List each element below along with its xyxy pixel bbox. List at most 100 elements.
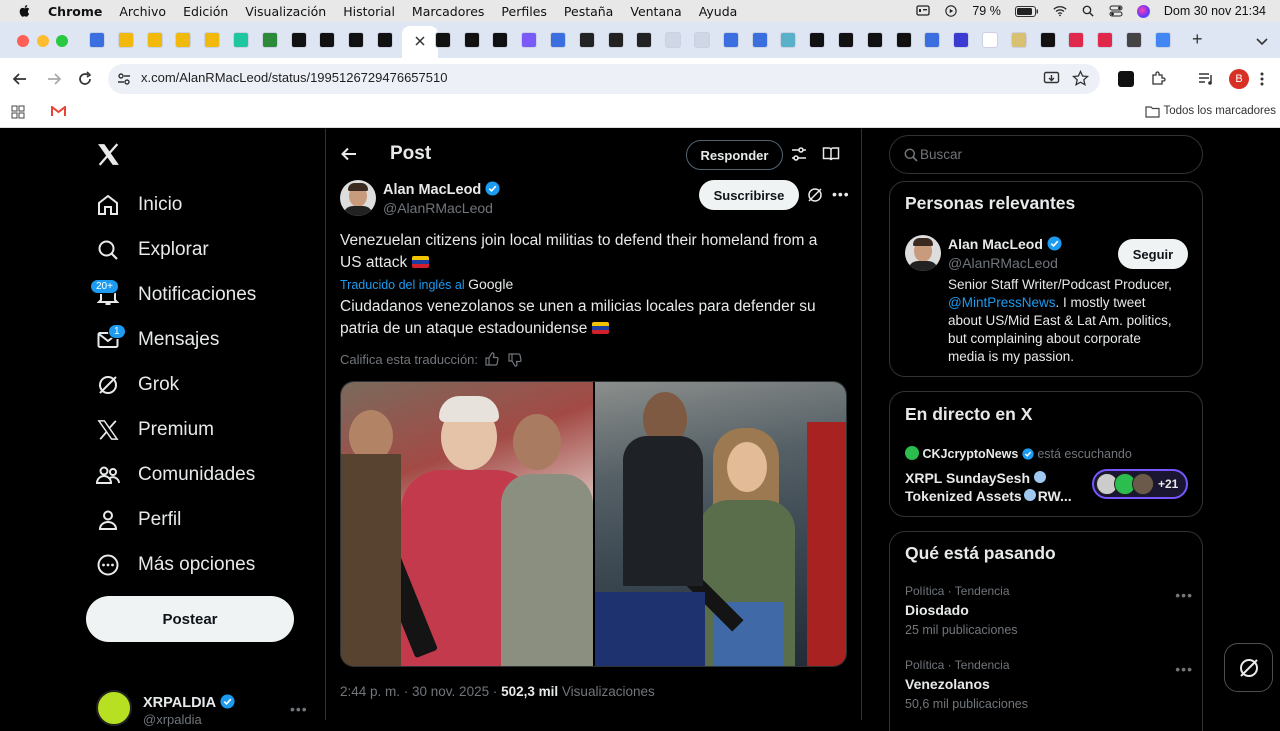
- menu-archivo[interactable]: Archivo: [119, 4, 166, 19]
- nav-explore[interactable]: Explorar: [95, 232, 209, 268]
- account-switcher[interactable]: XRPALDIA: [143, 694, 235, 711]
- gmail-icon[interactable]: [51, 106, 66, 117]
- install-app-icon[interactable]: [1043, 70, 1060, 87]
- menu-app-name[interactable]: Chrome: [48, 4, 102, 19]
- grok-icon[interactable]: [806, 186, 824, 204]
- menu-datetime[interactable]: Dom 30 nov 21:34: [1164, 4, 1266, 18]
- menu-edicion[interactable]: Edición: [183, 4, 228, 19]
- menu-ventana[interactable]: Ventana: [630, 4, 681, 19]
- tab-favicon[interactable]: [866, 32, 883, 48]
- reply-button[interactable]: Responder: [686, 140, 783, 170]
- tab-favicon[interactable]: [348, 32, 365, 48]
- window-close-button[interactable]: [17, 35, 29, 47]
- trend-menu-dots[interactable]: •••: [1175, 587, 1193, 603]
- siri-icon[interactable]: [1136, 4, 1150, 18]
- trend-item[interactable]: Política · Tendencia Venezolanos 50,6 mi…: [905, 658, 1195, 718]
- forward-arrow-icon[interactable]: [46, 71, 62, 87]
- nav-profile[interactable]: Perfil: [95, 502, 181, 538]
- post-timestamp[interactable]: 2:44 p. m. · 30 nov. 2025 ·: [340, 684, 497, 699]
- tab-favicon[interactable]: [1068, 32, 1085, 48]
- post-button[interactable]: Postear: [86, 596, 294, 642]
- tab-favicon[interactable]: [117, 32, 134, 48]
- tab-favicon[interactable]: [809, 32, 826, 48]
- account-avatar[interactable]: [96, 690, 132, 726]
- tab-favicon[interactable]: [89, 32, 105, 48]
- bookmark-star-icon[interactable]: [1072, 70, 1089, 87]
- follow-button[interactable]: Seguir: [1118, 239, 1188, 269]
- tab-favicon[interactable]: [607, 32, 624, 48]
- back-arrow-icon[interactable]: [12, 71, 28, 87]
- tab-favicon[interactable]: [578, 32, 595, 48]
- menu-ayuda[interactable]: Ayuda: [699, 4, 738, 19]
- bio-mention-link[interactable]: @MintPressNews: [948, 295, 1055, 310]
- subscribe-button[interactable]: Suscribirse: [699, 180, 799, 210]
- tab-favicon[interactable]: [780, 32, 797, 48]
- media-controls-icon[interactable]: [1198, 71, 1215, 87]
- tab-favicon[interactable]: [1126, 32, 1142, 48]
- tab-favicon[interactable]: [694, 32, 710, 48]
- play-icon[interactable]: [944, 5, 958, 17]
- tab-favicon[interactable]: [665, 32, 682, 48]
- post-media[interactable]: [340, 381, 847, 667]
- militia-photo-left[interactable]: [341, 382, 593, 666]
- back-arrow-icon[interactable]: [340, 145, 358, 163]
- close-icon[interactable]: [415, 36, 425, 46]
- menu-marcadores[interactable]: Marcadores: [412, 4, 485, 19]
- tab-favicon[interactable]: [953, 32, 970, 48]
- menu-pestana[interactable]: Pestaña: [564, 4, 613, 19]
- tab-favicon[interactable]: [434, 32, 451, 48]
- browser-menu-icon[interactable]: [1260, 72, 1264, 86]
- author-handle[interactable]: @AlanRMacLeod: [383, 200, 493, 216]
- nav-premium[interactable]: Premium: [95, 412, 214, 448]
- tab-favicon[interactable]: [377, 32, 393, 48]
- relevant-name-link[interactable]: Alan MacLeod: [948, 236, 1062, 252]
- reload-icon[interactable]: [77, 71, 93, 87]
- tab-favicon[interactable]: [204, 32, 221, 48]
- nav-communities[interactable]: Comunidades: [95, 457, 255, 493]
- tab-favicon[interactable]: [636, 32, 653, 48]
- tab-favicon[interactable]: [1039, 32, 1056, 48]
- tab-favicon[interactable]: [290, 32, 307, 48]
- tab-favicon[interactable]: [838, 32, 854, 48]
- reader-view-icon[interactable]: [822, 145, 840, 163]
- nav-grok[interactable]: Grok: [95, 367, 179, 403]
- window-minimize-button[interactable]: [37, 35, 49, 47]
- post-menu-dots[interactable]: •••: [832, 186, 850, 202]
- translated-by-label[interactable]: Traducido del inglés al: [340, 278, 465, 292]
- tab-favicon[interactable]: [722, 32, 739, 48]
- tab-favicon[interactable]: [895, 32, 912, 48]
- tab-favicon[interactable]: [319, 32, 336, 48]
- filter-sliders-icon[interactable]: [790, 145, 808, 163]
- trend-item[interactable]: Política · Tendencia Diosdado 25 mil pub…: [905, 584, 1195, 644]
- tab-search-chevron-icon[interactable]: [1256, 38, 1268, 46]
- account-menu-dots[interactable]: •••: [290, 701, 308, 717]
- grok-floating-button[interactable]: [1224, 643, 1273, 692]
- tab-favicon[interactable]: [146, 32, 163, 48]
- nav-home[interactable]: Inicio: [95, 187, 182, 223]
- tab-favicon[interactable]: [521, 32, 538, 48]
- menu-perfiles[interactable]: Perfiles: [501, 4, 546, 19]
- militia-photo-right[interactable]: [595, 382, 846, 666]
- tab-favicon[interactable]: [463, 32, 480, 48]
- spotlight-search-icon[interactable]: [1081, 5, 1095, 17]
- apps-grid-icon[interactable]: [11, 105, 25, 119]
- extensions-puzzle-icon[interactable]: [1150, 70, 1167, 87]
- tab-favicon[interactable]: [1154, 32, 1171, 48]
- tab-favicon[interactable]: [550, 32, 566, 48]
- tab-favicon[interactable]: [492, 32, 509, 48]
- thumbs-down-icon[interactable]: [508, 353, 522, 367]
- live-host[interactable]: CKJcryptoNews: [922, 447, 1018, 461]
- tab-favicon[interactable]: [751, 32, 768, 48]
- extension-icon[interactable]: [1118, 71, 1134, 87]
- display-icon[interactable]: [916, 5, 930, 17]
- active-tab[interactable]: [402, 26, 438, 58]
- live-listeners[interactable]: +21: [1092, 469, 1188, 499]
- tab-favicon[interactable]: [1097, 32, 1114, 48]
- live-space-title[interactable]: XRPL SundaySesh Tokenized Assets RW...: [905, 469, 1072, 505]
- wifi-icon[interactable]: [1053, 5, 1067, 17]
- menu-historial[interactable]: Historial: [343, 4, 395, 19]
- relevant-handle[interactable]: @AlanRMacLeod: [948, 255, 1058, 271]
- tab-favicon[interactable]: [924, 32, 941, 48]
- control-center-icon[interactable]: [1109, 5, 1123, 17]
- author-name-link[interactable]: Alan MacLeod: [383, 181, 500, 198]
